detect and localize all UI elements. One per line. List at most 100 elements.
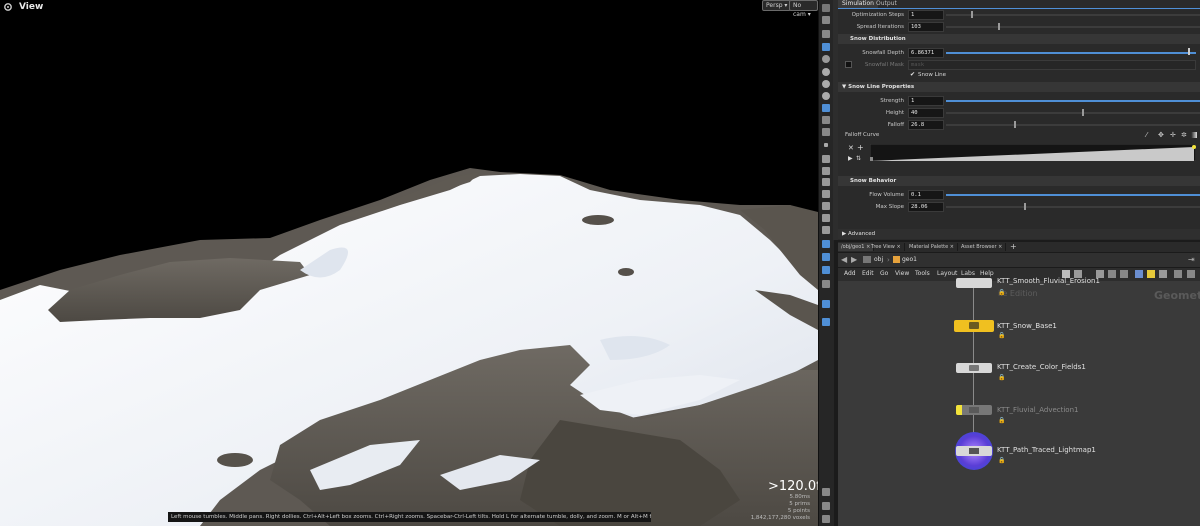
max-slope-knob[interactable] xyxy=(1024,203,1026,210)
menu-labs[interactable]: Labs xyxy=(961,270,975,277)
pen-icon[interactable] xyxy=(822,167,830,175)
add-tab-icon[interactable]: + xyxy=(1010,242,1017,251)
shaded-icon[interactable] xyxy=(822,240,830,248)
curve-edit-icon[interactable]: ⁄ xyxy=(1146,131,1147,139)
menu-add[interactable]: Add xyxy=(844,270,856,277)
curve-delete-icon[interactable]: ✕ xyxy=(848,144,854,152)
pin-icon[interactable]: ⇥ xyxy=(1188,255,1195,264)
network-canvas[interactable]: Geometr ile Edition KTT_Smooth_Fluvial_E… xyxy=(838,277,1200,526)
wire-icon[interactable] xyxy=(822,226,830,234)
dot-icon[interactable] xyxy=(824,143,828,147)
snowfall-depth-field[interactable]: 6.86371 xyxy=(908,48,944,58)
curve-settings-icon[interactable]: ✲ xyxy=(1181,131,1187,139)
no-cam-menu[interactable]: No cam ▾ xyxy=(789,0,818,18)
sphere-icon[interactable] xyxy=(822,55,830,63)
sticky-icon[interactable] xyxy=(1135,270,1143,278)
curve-plus-icon[interactable]: + xyxy=(857,143,864,152)
max-slope-slider[interactable] xyxy=(946,206,1200,208)
height-field[interactable]: 40 xyxy=(908,108,944,118)
scene-viewport[interactable]: View Persp ▾ No cam ▾ >120.0fps 5.80ms 5… xyxy=(0,0,818,526)
menu-go[interactable]: Go xyxy=(880,270,888,277)
render-icon[interactable] xyxy=(822,116,830,124)
node-path-traced-lightmap[interactable] xyxy=(956,446,992,456)
falloff-curve-ramp[interactable] xyxy=(870,144,1196,161)
camera-menu[interactable]: Persp ▾ xyxy=(762,0,792,11)
tab-material-palette[interactable]: Material Palette × xyxy=(906,243,958,251)
spread-iterations-slider[interactable] xyxy=(946,26,1200,28)
snow-behavior-header[interactable]: Snow Behavior xyxy=(838,176,1200,186)
isolate-icon[interactable] xyxy=(822,266,830,274)
spread-iterations-field[interactable]: 103 xyxy=(908,22,944,32)
lights-on-icon[interactable] xyxy=(822,318,830,326)
snowfall-mask-field[interactable]: mask xyxy=(908,60,1196,70)
path-obj[interactable]: obj xyxy=(874,256,883,263)
node-fluvial-advection[interactable] xyxy=(956,405,992,415)
menu-edit[interactable]: Edit xyxy=(862,270,874,277)
flow-volume-field[interactable]: 0.1 xyxy=(908,190,944,200)
note-icon[interactable] xyxy=(1147,270,1155,278)
light3-icon[interactable] xyxy=(822,92,830,100)
background-icon[interactable] xyxy=(822,300,830,308)
tab-asset-browser[interactable]: Asset Browser × xyxy=(958,243,1007,251)
tag-icon[interactable] xyxy=(1159,270,1167,278)
bypass-flag[interactable] xyxy=(956,405,962,415)
brush-icon[interactable] xyxy=(822,155,830,163)
curve-play-icon[interactable]: ▶ xyxy=(848,155,853,162)
light2-icon[interactable] xyxy=(822,80,830,88)
menu-layout[interactable]: Layout xyxy=(937,270,957,277)
menu-tools[interactable]: Tools xyxy=(915,270,930,277)
grid-icon[interactable] xyxy=(822,178,830,186)
transform-tool-icon[interactable] xyxy=(822,16,830,24)
spread-iterations-knob[interactable] xyxy=(998,23,1000,30)
snapshot-icon[interactable] xyxy=(822,502,830,510)
optimization-steps-knob[interactable] xyxy=(971,11,973,18)
strength-slider[interactable] xyxy=(946,100,1200,102)
visibility-icon[interactable] xyxy=(822,488,830,496)
menu-view[interactable]: View xyxy=(895,270,909,277)
curve-add-icon[interactable]: ✛ xyxy=(1170,131,1176,139)
advanced-header[interactable]: ▶ Advanced xyxy=(838,229,1200,239)
curve-gradient-icon[interactable] xyxy=(1191,132,1197,138)
falloff-field[interactable]: 26.8 xyxy=(908,120,944,130)
tab-tree-view[interactable]: Tree View × xyxy=(868,243,905,251)
camera-icon[interactable] xyxy=(822,128,830,136)
templated-icon[interactable] xyxy=(822,280,830,288)
curve-key-icon[interactable]: ⇅ xyxy=(856,155,861,162)
palette-icon[interactable] xyxy=(1120,270,1128,278)
vector-icon[interactable] xyxy=(822,190,830,198)
flow-volume-slider[interactable] xyxy=(946,194,1200,196)
info-icon[interactable] xyxy=(1174,270,1182,278)
light-icon[interactable] xyxy=(822,68,830,76)
snow-line-checkmark-icon[interactable]: ✔ xyxy=(910,71,915,78)
volume-icon[interactable] xyxy=(822,202,830,210)
viewport-menu-icon[interactable] xyxy=(3,2,13,12)
select-tool-icon[interactable] xyxy=(822,4,830,12)
back-arrow-icon[interactable]: ◀ xyxy=(841,255,847,264)
lock-icon[interactable] xyxy=(822,30,830,38)
display-icon[interactable] xyxy=(822,104,830,112)
optimization-steps-slider[interactable] xyxy=(946,14,1200,16)
max-slope-field[interactable]: 28.06 xyxy=(908,202,944,212)
curve-move-icon[interactable]: ✥ xyxy=(1158,131,1164,139)
tab-output[interactable]: Output xyxy=(872,0,901,8)
height-knob[interactable] xyxy=(1082,109,1084,116)
forward-arrow-icon[interactable]: ▶ xyxy=(851,255,857,264)
fullscreen-icon[interactable] xyxy=(822,515,830,523)
falloff-slider[interactable] xyxy=(946,124,1200,126)
ghost-icon[interactable] xyxy=(822,253,830,261)
node-snow-base[interactable] xyxy=(954,320,994,332)
snap-icon[interactable] xyxy=(822,43,830,51)
measure-icon[interactable] xyxy=(822,214,830,222)
node-smooth-fluvial-erosion[interactable] xyxy=(956,278,992,288)
height-slider[interactable] xyxy=(946,112,1200,114)
snowfall-depth-knob[interactable] xyxy=(1188,48,1190,55)
snow-line-properties-header[interactable]: ▼ Snow Line Properties xyxy=(838,82,1200,92)
grid-view-icon[interactable] xyxy=(1108,270,1116,278)
node-create-color-fields[interactable] xyxy=(956,363,992,373)
path-geo1[interactable]: geo1 xyxy=(902,256,917,263)
falloff-knob[interactable] xyxy=(1014,121,1016,128)
snow-distribution-header[interactable]: Snow Distribution xyxy=(838,34,1200,44)
optimization-steps-field[interactable]: 1 xyxy=(908,10,944,20)
strength-field[interactable]: 1 xyxy=(908,96,944,106)
menu-help[interactable]: Help xyxy=(980,270,994,277)
